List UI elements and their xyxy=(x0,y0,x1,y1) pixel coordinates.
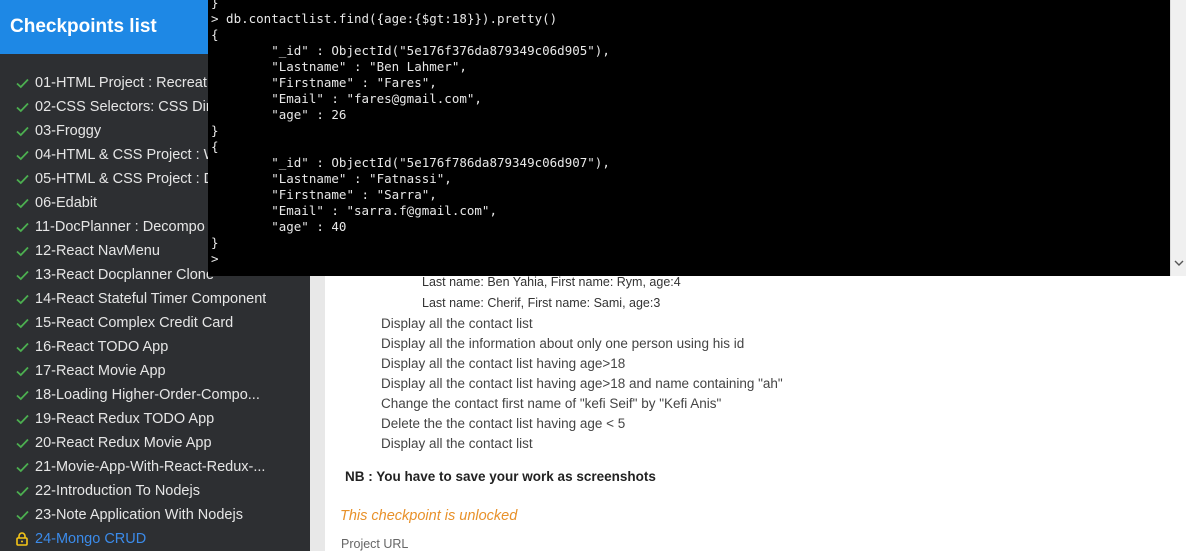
sidebar-item-label: 18-Loading Higher-Order-Compo... xyxy=(35,387,260,403)
sidebar-item-label: 21-Movie-App-With-React-Redux-... xyxy=(35,459,266,475)
check-icon xyxy=(14,363,30,379)
sidebar-item-label: 16-React TODO App xyxy=(35,339,169,355)
task-item: Change the contact first name of "kefi S… xyxy=(381,396,722,411)
sidebar-item-label: 23-Note Application With Nodejs xyxy=(35,507,243,523)
terminal-line: "Firstname" : "Fares", xyxy=(211,75,437,90)
sidebar-item-label: 17-React Movie App xyxy=(35,363,166,379)
sub-list-item: Last name: Cherif, First name: Sami, age… xyxy=(422,296,661,310)
check-icon xyxy=(14,99,30,115)
check-icon xyxy=(14,75,30,91)
mongo-shell-window[interactable]: } > db.contactlist.find({age:{$gt:18}}).p… xyxy=(208,0,1170,276)
check-icon xyxy=(14,219,30,235)
sidebar-item[interactable]: 24-Mongo CRUD xyxy=(0,527,310,551)
checkpoint-status: This checkpoint is unlocked xyxy=(340,508,518,524)
sidebar-item[interactable]: 18-Loading Higher-Order-Compo... xyxy=(0,383,310,407)
check-icon xyxy=(14,435,30,451)
sidebar-item-label: 11-DocPlanner : Decompo xyxy=(35,219,205,235)
check-icon xyxy=(14,339,30,355)
sidebar-title: Checkpoints list xyxy=(10,16,157,37)
check-icon xyxy=(14,171,30,187)
terminal-line: "_id" : ObjectId("5e176f786da879349c06d9… xyxy=(211,155,610,170)
check-icon xyxy=(14,387,30,403)
sidebar-item[interactable]: 17-React Movie App xyxy=(0,359,310,383)
check-icon xyxy=(14,459,30,475)
sidebar-item-label: 15-React Complex Credit Card xyxy=(35,315,234,331)
sidebar-item-label: 19-React Redux TODO App xyxy=(35,411,215,427)
terminal-line: { xyxy=(211,139,219,154)
task-item: Display all the information about only o… xyxy=(381,336,745,351)
check-icon xyxy=(14,411,30,427)
terminal-line: "Email" : "fares@gmail.com", xyxy=(211,91,482,106)
sidebar-item[interactable]: 19-React Redux TODO App xyxy=(0,407,310,431)
terminal-line: "Lastname" : "Fatnassi", xyxy=(211,171,452,186)
task-item: Delete the the contact list having age <… xyxy=(381,416,626,431)
task-item: Display all the contact list having age>… xyxy=(381,356,626,371)
sidebar-item[interactable]: 23-Note Application With Nodejs xyxy=(0,503,310,527)
task-item: Display all the contact list xyxy=(381,316,533,331)
terminal-line: "age" : 40 xyxy=(211,219,347,234)
lock-icon xyxy=(14,531,30,547)
terminal-line: "Email" : "sarra.f@gmail.com", xyxy=(211,203,497,218)
task-item: Display all the contact list xyxy=(381,436,533,451)
check-icon xyxy=(14,123,30,139)
terminal-line: "_id" : ObjectId("5e176f376da879349c06d9… xyxy=(211,43,610,58)
task-item: Display all the contact list having age>… xyxy=(381,376,783,391)
check-icon xyxy=(14,243,30,259)
check-icon xyxy=(14,147,30,163)
sidebar-item[interactable]: 22-Introduction To Nodejs xyxy=(0,479,310,503)
sidebar-item-label: 05-HTML & CSS Project : D xyxy=(35,171,215,187)
sidebar-item[interactable]: 15-React Complex Credit Card xyxy=(0,311,310,335)
terminal-line: > db.contactlist.find({age:{$gt:18}}).pr… xyxy=(211,11,558,26)
terminal-line: } xyxy=(211,0,219,10)
check-icon xyxy=(14,291,30,307)
project-url-label: Project URL xyxy=(341,537,409,551)
sidebar-item[interactable]: 14-React Stateful Timer Component xyxy=(0,287,310,311)
sidebar-item-label: 03-Froggy xyxy=(35,123,102,139)
terminal-line: "Lastname" : "Ben Lahmer", xyxy=(211,59,467,74)
terminal-line: { xyxy=(211,27,219,42)
sidebar-item[interactable]: 20-React Redux Movie App xyxy=(0,431,310,455)
sidebar-item-label: 12-React NavMenu xyxy=(35,243,160,259)
sub-list-item: Last name: Ben Yahia, First name: Rym, a… xyxy=(422,275,681,289)
check-icon xyxy=(14,267,30,283)
terminal-line: "age" : 26 xyxy=(211,107,347,122)
terminal-line: } xyxy=(211,123,219,138)
terminal-line: > xyxy=(211,251,219,266)
sidebar-item-label: 04-HTML & CSS Project : W xyxy=(35,147,218,163)
terminal-line: "Firstname" : "Sarra", xyxy=(211,187,437,202)
check-icon xyxy=(14,483,30,499)
sidebar-item-label: 06-Edabit xyxy=(35,195,98,211)
chevron-down-icon[interactable] xyxy=(1174,258,1184,268)
terminal-scrollbar[interactable] xyxy=(1170,0,1186,276)
terminal-line: } xyxy=(211,235,219,250)
sidebar-item-label: 01-HTML Project : Recreat xyxy=(35,75,207,91)
sidebar-item[interactable]: 16-React TODO App xyxy=(0,335,310,359)
sidebar-item-label: 22-Introduction To Nodejs xyxy=(35,483,200,499)
check-icon xyxy=(14,315,30,331)
sidebar-item-label: 24-Mongo CRUD xyxy=(35,531,147,547)
check-icon xyxy=(14,507,30,523)
sidebar-item-label: 02-CSS Selectors: CSS Dine xyxy=(35,99,222,115)
sidebar-item[interactable]: 21-Movie-App-With-React-Redux-... xyxy=(0,455,310,479)
sidebar-item-label: 13-React Docplanner Clone xyxy=(35,267,214,283)
check-icon xyxy=(14,195,30,211)
sidebar-item-label: 14-React Stateful Timer Component xyxy=(35,291,267,307)
sidebar-item-label: 20-React Redux Movie App xyxy=(35,435,212,451)
nb-note: NB : You have to save your work as scree… xyxy=(345,469,656,484)
